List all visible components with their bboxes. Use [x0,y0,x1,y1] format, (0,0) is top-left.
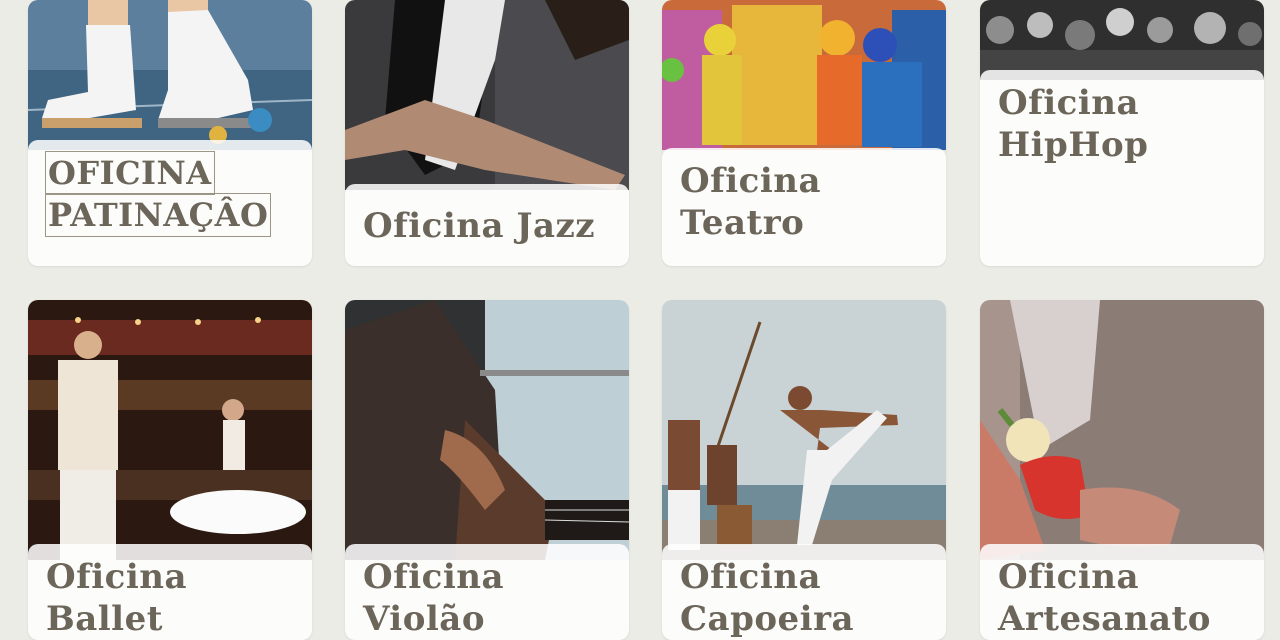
card-title-line: Ballet [46,599,163,639]
card-title-line: Oficina Jazz [363,206,596,246]
card-teatro[interactable]: Oficina Teatro [662,0,946,266]
card-label: Oficina HipHop [980,70,1264,266]
card-title-line: Teatro [680,203,805,243]
card-title-line: Artesanato [998,599,1211,639]
roller-skates-photo [28,0,312,150]
card-label: Oficina Capoeira [662,544,946,640]
card-artesanato[interactable]: Oficina Artesanato [980,300,1264,640]
card-patinacao[interactable]: OFICINA PATINAÇÂO [28,0,312,266]
handcraft-photo [980,300,1264,560]
card-label: OFICINA PATINAÇÂO [28,140,312,266]
jazz-dancer-photo [345,0,629,190]
card-capoeira[interactable]: Oficina Capoeira [662,300,946,640]
hiphop-crowd-photo [980,0,1264,80]
card-title-line: Violão [363,599,485,639]
card-label: Oficina Artesanato [980,544,1264,640]
card-title-line: Oficina [680,161,822,201]
card-label: Oficina Violão [345,544,629,640]
card-title-line: Oficina [998,83,1140,123]
card-label: Oficina Jazz [345,184,629,266]
card-title-line: Oficina [46,557,188,597]
card-hiphop[interactable]: Oficina HipHop [980,0,1264,266]
card-ballet[interactable]: Oficina Ballet [28,300,312,640]
card-label: Oficina Teatro [662,148,946,266]
card-title-line: PATINAÇÂO [44,193,272,237]
card-violao[interactable]: Oficina Violão [345,300,629,640]
card-title-line: Oficina [363,557,505,597]
card-title-line: HipHop [998,125,1149,165]
card-title-line: Oficina [998,557,1140,597]
card-title-line: OFICINA [45,151,215,195]
guitar-player-photo [345,300,629,560]
capoeira-beach-photo [662,300,946,560]
ballet-dancers-photo [28,300,312,560]
card-title-line: Capoeira [680,599,855,639]
card-title-line: Oficina [680,557,822,597]
card-jazz[interactable]: Oficina Jazz [345,0,629,266]
card-label: Oficina Ballet [28,544,312,640]
theater-clowns-photo [662,0,946,150]
